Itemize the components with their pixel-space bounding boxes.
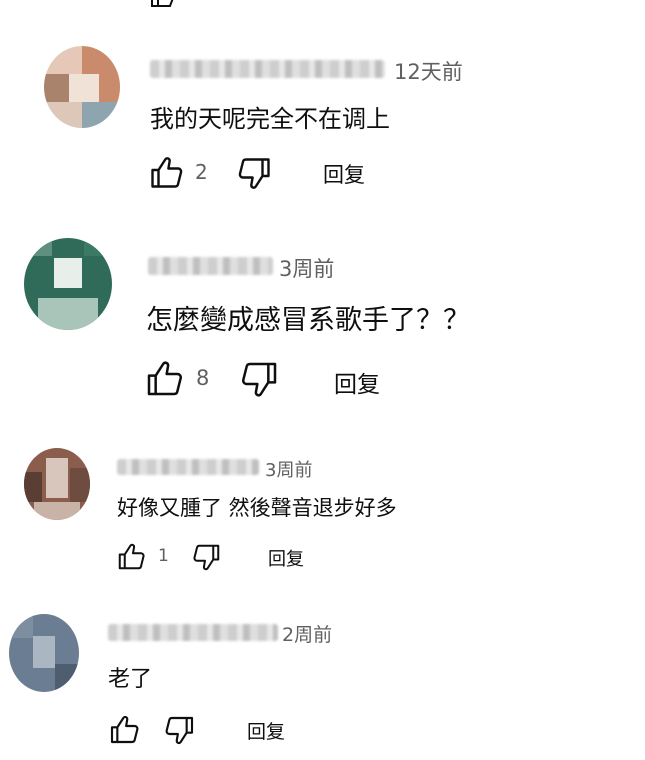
author-name-blurred[interactable] (117, 459, 259, 475)
thumbs-down-icon (238, 158, 270, 189)
thumbs-down-icon (193, 544, 220, 571)
dislike-button[interactable] (238, 358, 282, 400)
thumbs-down-icon (242, 362, 277, 397)
thumbs-down-icon (165, 716, 194, 745)
author-name-blurred[interactable] (108, 624, 278, 641)
comment-time: 3周前 (279, 257, 335, 281)
thumbs-up-icon[interactable] (150, 0, 230, 8)
avatar[interactable] (9, 614, 79, 692)
reply-button[interactable]: 回复 (323, 159, 365, 189)
thumbs-up-icon (118, 543, 145, 570)
comment-time: 2周前 (282, 624, 333, 646)
like-button[interactable] (114, 540, 148, 574)
thumbs-up-icon (151, 157, 183, 188)
dislike-button[interactable] (235, 154, 275, 192)
reply-button[interactable]: 回复 (268, 545, 304, 571)
comment-time: 12天前 (394, 60, 463, 84)
author-name-blurred[interactable] (150, 60, 385, 78)
avatar[interactable] (44, 46, 120, 128)
comment-text: 老了 (108, 667, 153, 692)
reply-button[interactable]: 回复 (247, 717, 285, 744)
comment-text: 我的天呢完全不在调上 (150, 105, 390, 133)
like-button[interactable] (106, 712, 142, 748)
avatar[interactable] (24, 238, 112, 330)
like-count: 8 (196, 366, 210, 390)
like-button[interactable] (142, 358, 186, 400)
like-count: 2 (195, 160, 208, 184)
like-button[interactable] (146, 154, 186, 192)
avatar[interactable] (24, 448, 90, 520)
like-count: 1 (158, 546, 169, 566)
comment-time: 3周前 (265, 460, 313, 481)
previous-comment-actions (150, 0, 230, 12)
dislike-button[interactable] (162, 712, 198, 748)
comment-text: 好像又腫了 然後聲音退步好多 (117, 496, 397, 520)
thumbs-up-icon (147, 361, 182, 396)
thumbs-up-icon (110, 715, 139, 744)
author-name-blurred[interactable] (148, 257, 273, 275)
reply-button[interactable]: 回复 (334, 365, 380, 399)
comment-text: 怎麼變成感冒系歌手了？？ (146, 305, 470, 336)
dislike-button[interactable] (190, 540, 224, 574)
